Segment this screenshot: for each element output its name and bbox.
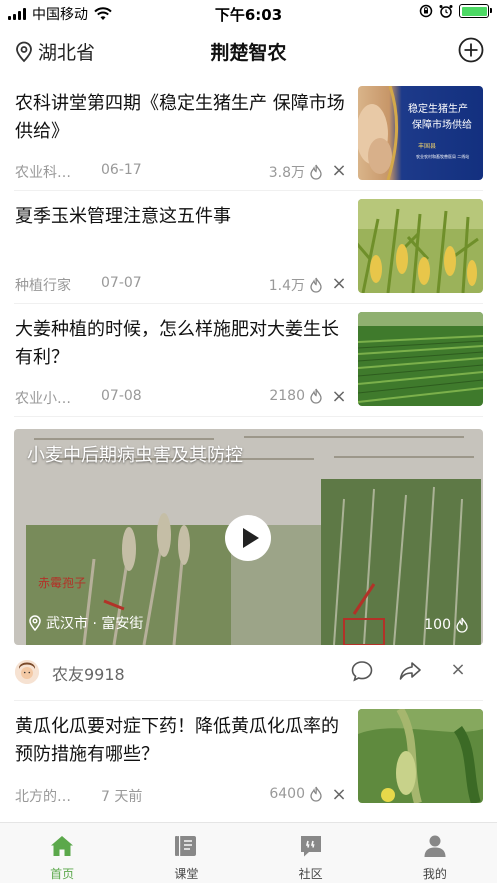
close-icon[interactable]: × [329, 160, 349, 181]
article-title[interactable]: 大姜种植的时候，怎么样施肥对大姜生长有利？ [15, 316, 347, 372]
tab-label: 社区 [298, 867, 323, 881]
video-location: 武汉市 · 富安街 [28, 613, 143, 633]
article-title[interactable]: 农科讲堂第四期《稳定生猪生产 保障市场供给》 [15, 90, 347, 146]
article-source: 农业小… [15, 391, 71, 407]
article-title[interactable]: 夏季玉米管理注意这五件事 [15, 203, 347, 231]
tab-classroom[interactable]: 课堂 [124, 823, 248, 883]
flame-icon [456, 617, 468, 633]
status-right [419, 4, 492, 18]
article-source: 种植行家 [15, 278, 71, 294]
article-meta: 农业科… 06-17 3.8万 × [15, 160, 347, 182]
close-icon[interactable]: × [448, 659, 468, 683]
person-icon [424, 835, 446, 857]
avatar[interactable] [15, 660, 39, 684]
tab-label: 课堂 [174, 867, 199, 881]
status-bar: 中国移动 下午6:03 [0, 0, 497, 26]
view-count: 3.8万 [268, 165, 305, 181]
flame-icon [310, 164, 322, 180]
article-date: 06-17 [101, 162, 142, 178]
article-thumbnail[interactable] [358, 312, 483, 406]
location-pin-icon [16, 41, 32, 62]
home-icon [51, 836, 74, 856]
article-item[interactable]: 农科讲堂第四期《稳定生猪生产 保障市场供给》 农业科… 06-17 3.8万 × [14, 78, 483, 191]
tab-label: 我的 [422, 867, 447, 881]
video-card[interactable]: 赤霉孢子 小麦中后期病虫害及其防控 武汉市 · 富安街 100 [14, 429, 483, 645]
location-selector[interactable]: 湖北省 [14, 38, 95, 65]
video-footer: 农友9918 × [14, 645, 483, 701]
view-count: 2180 [269, 388, 305, 404]
article-views: 1.4万 [269, 275, 323, 295]
article-meta: 农业小… 07-08 2180 × [15, 386, 347, 408]
tab-home[interactable]: 首页 [0, 823, 124, 883]
thumb-line3: 丰国县 [418, 142, 436, 150]
article-source: 农业科… [15, 165, 71, 181]
location-label: 湖北省 [38, 42, 96, 64]
video-location-label: 武汉市 · 富安街 [46, 616, 144, 632]
article-meta: 种植行家 07-07 1.4万 × [15, 273, 347, 295]
tab-community[interactable]: 社区 [249, 823, 373, 883]
article-item[interactable]: 夏季玉米管理注意这五件事 种植行家 07-07 1.4万 × [14, 191, 483, 304]
comment-icon[interactable] [350, 659, 374, 683]
article-date: 7 天前 [101, 789, 143, 805]
article-item[interactable]: 大姜种植的时候，怎么样施肥对大姜生长有利？ 农业小… 07-08 2180 × [14, 304, 483, 417]
orientation-lock-icon [419, 4, 433, 18]
view-count: 100 [424, 617, 451, 633]
close-icon[interactable]: × [329, 386, 349, 407]
battery-icon [459, 4, 492, 18]
thumb-line2: 保障市场供给 [412, 118, 472, 131]
tab-mine[interactable]: 我的 [373, 823, 497, 883]
alarm-icon [439, 5, 453, 18]
location-pin-icon [29, 615, 41, 631]
tab-bar: 首页 课堂 社区 我的 [0, 822, 497, 883]
chat-bubble-icon [300, 836, 321, 857]
article-meta: 北方的… 7 天前 6400 × [15, 784, 347, 806]
flame-icon [310, 388, 322, 404]
news-feed[interactable]: 农科讲堂第四期《稳定生猪生产 保障市场供给》 农业科… 06-17 3.8万 × [0, 78, 497, 822]
article-views: 3.8万 [269, 162, 323, 182]
article-item[interactable]: 黄瓜化瓜要对症下药！降低黄瓜化瓜率的预防措施有哪些？ 北方的… 7 天前 640… [14, 701, 483, 814]
view-count: 6400 [269, 786, 305, 802]
view-count: 1.4万 [268, 278, 305, 294]
article-date: 07-08 [101, 388, 142, 404]
close-icon[interactable]: × [329, 784, 349, 805]
video-title[interactable]: 小麦中后期病虫害及其防控 [27, 441, 243, 467]
plus-circle-icon[interactable] [458, 37, 484, 63]
user-name[interactable]: 农友9918 [52, 661, 125, 685]
tab-label: 首页 [50, 867, 75, 881]
article-source: 北方的… [15, 789, 71, 805]
close-icon[interactable]: × [329, 273, 349, 294]
article-views: 2180 [269, 388, 323, 404]
flame-icon [310, 786, 322, 802]
article-date: 07-07 [101, 275, 142, 291]
book-icon [175, 836, 197, 856]
video-views: 100 [424, 617, 469, 633]
play-button[interactable] [225, 515, 271, 561]
article-thumbnail[interactable]: 稳定生猪生产 保障市场供给 丰国县 农业农村和畜牧兽医局 二线站 [358, 86, 483, 180]
thumb-line4: 农业农村和畜牧兽医局 二线站 [416, 153, 469, 159]
article-title[interactable]: 黄瓜化瓜要对症下药！降低黄瓜化瓜率的预防措施有哪些？ [15, 713, 347, 769]
thumb-line1: 稳定生猪生产 [408, 102, 468, 115]
article-views: 6400 [269, 786, 323, 802]
flame-icon [310, 277, 322, 293]
article-thumbnail[interactable] [358, 199, 483, 293]
nav-bar: 湖北省 荆楚智农 [0, 26, 497, 78]
share-icon[interactable] [398, 659, 422, 683]
article-thumbnail[interactable] [358, 709, 483, 803]
